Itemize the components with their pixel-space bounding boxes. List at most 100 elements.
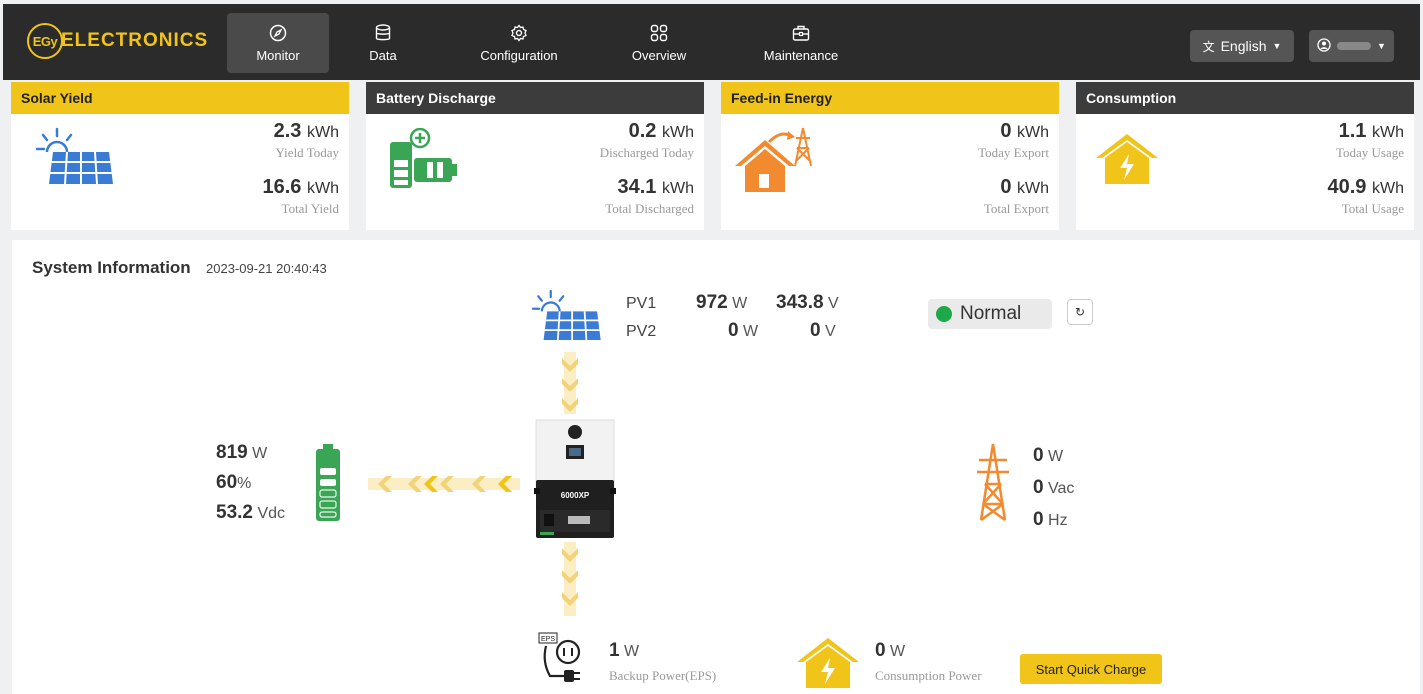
battery-discharge-icon (386, 127, 460, 195)
solar-panel-icon (524, 286, 606, 349)
user-menu[interactable]: ▼ (1309, 30, 1394, 62)
total-usage: 40.9 kWh Total Usage (1328, 176, 1405, 217)
unit: kWh (1372, 124, 1404, 141)
unit: kWh (662, 180, 694, 197)
unit: W (1048, 448, 1064, 465)
translate-icon: 文 (1202, 39, 1215, 54)
refresh-button[interactable]: ↻ (1067, 299, 1093, 325)
feed-in-energy-card: Feed-in Energy 0 kWh Today Export 0 kWh … (721, 82, 1059, 230)
nav-maintenance[interactable]: Maintenance (753, 13, 849, 73)
total-export: 0 kWh Total Export (984, 176, 1049, 217)
nav-data[interactable]: Data (353, 13, 413, 73)
total-usage-value: 40.9 (1327, 176, 1367, 198)
eps-power: 1 W (609, 640, 639, 662)
total-export-label: Total Export (983, 201, 1049, 216)
unit: kWh (1017, 124, 1049, 141)
today-usage: 1.1 kWh Today Usage (1336, 120, 1404, 161)
pv2-voltage: 0 (810, 320, 821, 341)
unit: % (237, 475, 252, 492)
solar-yield-card: Solar Yield 2.3 kWh Yield Today 16.6 kWh… (11, 82, 349, 230)
consumption-label: Consumption Power (875, 668, 982, 683)
total-export-value: 0 (1000, 176, 1012, 198)
consumption-power-value: 0 (875, 640, 886, 661)
pv1-voltage: 343.8 (776, 292, 824, 313)
top-navbar: EGy ELECTRONICS Monitor Data Configurati… (3, 4, 1420, 80)
chevron-down-icon: ▼ (1272, 41, 1282, 51)
nav-label: Data (369, 48, 397, 63)
today-export: 0 kWh Today Export (978, 120, 1049, 161)
unit: V (825, 323, 836, 340)
card-title: Consumption (1076, 82, 1414, 114)
total-yield-label: Total Yield (281, 201, 339, 216)
consumption-power: 0 W (875, 640, 905, 662)
inverter-image: 6000XP (528, 418, 622, 547)
eps-outlet-icon: EPS (538, 632, 586, 689)
grid-voltage: 0 (1033, 477, 1044, 498)
compass-icon (269, 23, 287, 43)
eps-label: Backup Power(EPS) (609, 668, 717, 683)
solar-panel-icon (27, 126, 119, 191)
battery-discharge-card: Battery Discharge 0.2 kWh Discharged Tod… (366, 82, 704, 230)
username-redacted (1337, 42, 1372, 50)
discharged-today-label: Discharged Today (599, 145, 694, 160)
yield-today-value: 2.3 (273, 120, 302, 142)
unit: Vac (1048, 480, 1075, 497)
pv2-label: PV2 (626, 323, 657, 340)
eps-tag: EPS (541, 636, 555, 643)
grid-tower-icon (975, 442, 1011, 527)
refresh-icon: ↻ (1074, 305, 1086, 319)
discharged-today: 0.2 kWh Discharged Today (600, 120, 694, 161)
battery-flow-arrow (368, 474, 520, 499)
chevron-down-icon: ▼ (1377, 41, 1386, 51)
start-quick-charge-button[interactable]: Start Quick Charge (1020, 654, 1162, 684)
nav-label: Monitor (256, 48, 300, 63)
unit: kWh (1372, 180, 1404, 197)
unit: kWh (307, 124, 339, 141)
inverter-model-label: 6000XP (561, 491, 590, 500)
house-power-icon (1096, 132, 1158, 191)
eps-power-value: 1 (609, 640, 620, 661)
nav-overview[interactable]: Overview (623, 13, 695, 73)
yield-today: 2.3 kWh Yield Today (274, 120, 339, 161)
discharged-today-value: 0.2 (628, 120, 657, 142)
card-title: Battery Discharge (366, 82, 704, 114)
unit: W (890, 643, 906, 660)
unit: V (828, 295, 839, 312)
nav-configuration[interactable]: Configuration (469, 13, 569, 73)
language-select[interactable]: 文 English ▼ (1190, 30, 1294, 62)
battery-soc: 60 (216, 472, 238, 493)
pv-flow-arrow (560, 352, 580, 419)
gear-icon (510, 23, 528, 43)
unit: Vdc (257, 505, 286, 522)
card-title: Solar Yield (11, 82, 349, 114)
timestamp: 2023-09-21 20:40:43 (206, 261, 327, 276)
total-yield: 16.6 kWh Total Yield (263, 176, 340, 217)
nav-label: Configuration (480, 48, 558, 63)
toolbox-icon (792, 23, 810, 43)
nav-label: Maintenance (763, 48, 839, 63)
unit: kWh (1017, 180, 1049, 197)
today-usage-value: 1.1 (1338, 120, 1367, 142)
total-discharged-label: Total Discharged (605, 201, 694, 216)
language-label: English (1220, 38, 1267, 54)
eps-flow-arrow (560, 542, 580, 621)
today-export-value: 0 (1000, 120, 1012, 142)
house-export-icon (733, 126, 815, 199)
unit: Hz (1048, 512, 1068, 529)
battery-icon (315, 444, 341, 527)
unit: W (732, 295, 748, 312)
unit: W (624, 643, 640, 660)
logo-text: ELECTRONICS (61, 30, 209, 51)
today-export-label: Today Export (978, 145, 1049, 160)
unit: kWh (662, 124, 694, 141)
brand-logo[interactable]: EGy ELECTRONICS (27, 23, 208, 59)
total-discharged-value: 34.1 (617, 176, 657, 198)
pv1-power: 972 (696, 292, 728, 313)
section-title: System Information (32, 258, 191, 277)
unit: kWh (307, 180, 339, 197)
user-avatar-icon (1317, 37, 1331, 55)
consumption-card: Consumption 1.1 kWh Today Usage 40.9 kWh… (1076, 82, 1414, 230)
status-badge: Normal (928, 299, 1052, 329)
nav-monitor[interactable]: Monitor (227, 13, 329, 73)
nav-label: Overview (631, 48, 687, 63)
